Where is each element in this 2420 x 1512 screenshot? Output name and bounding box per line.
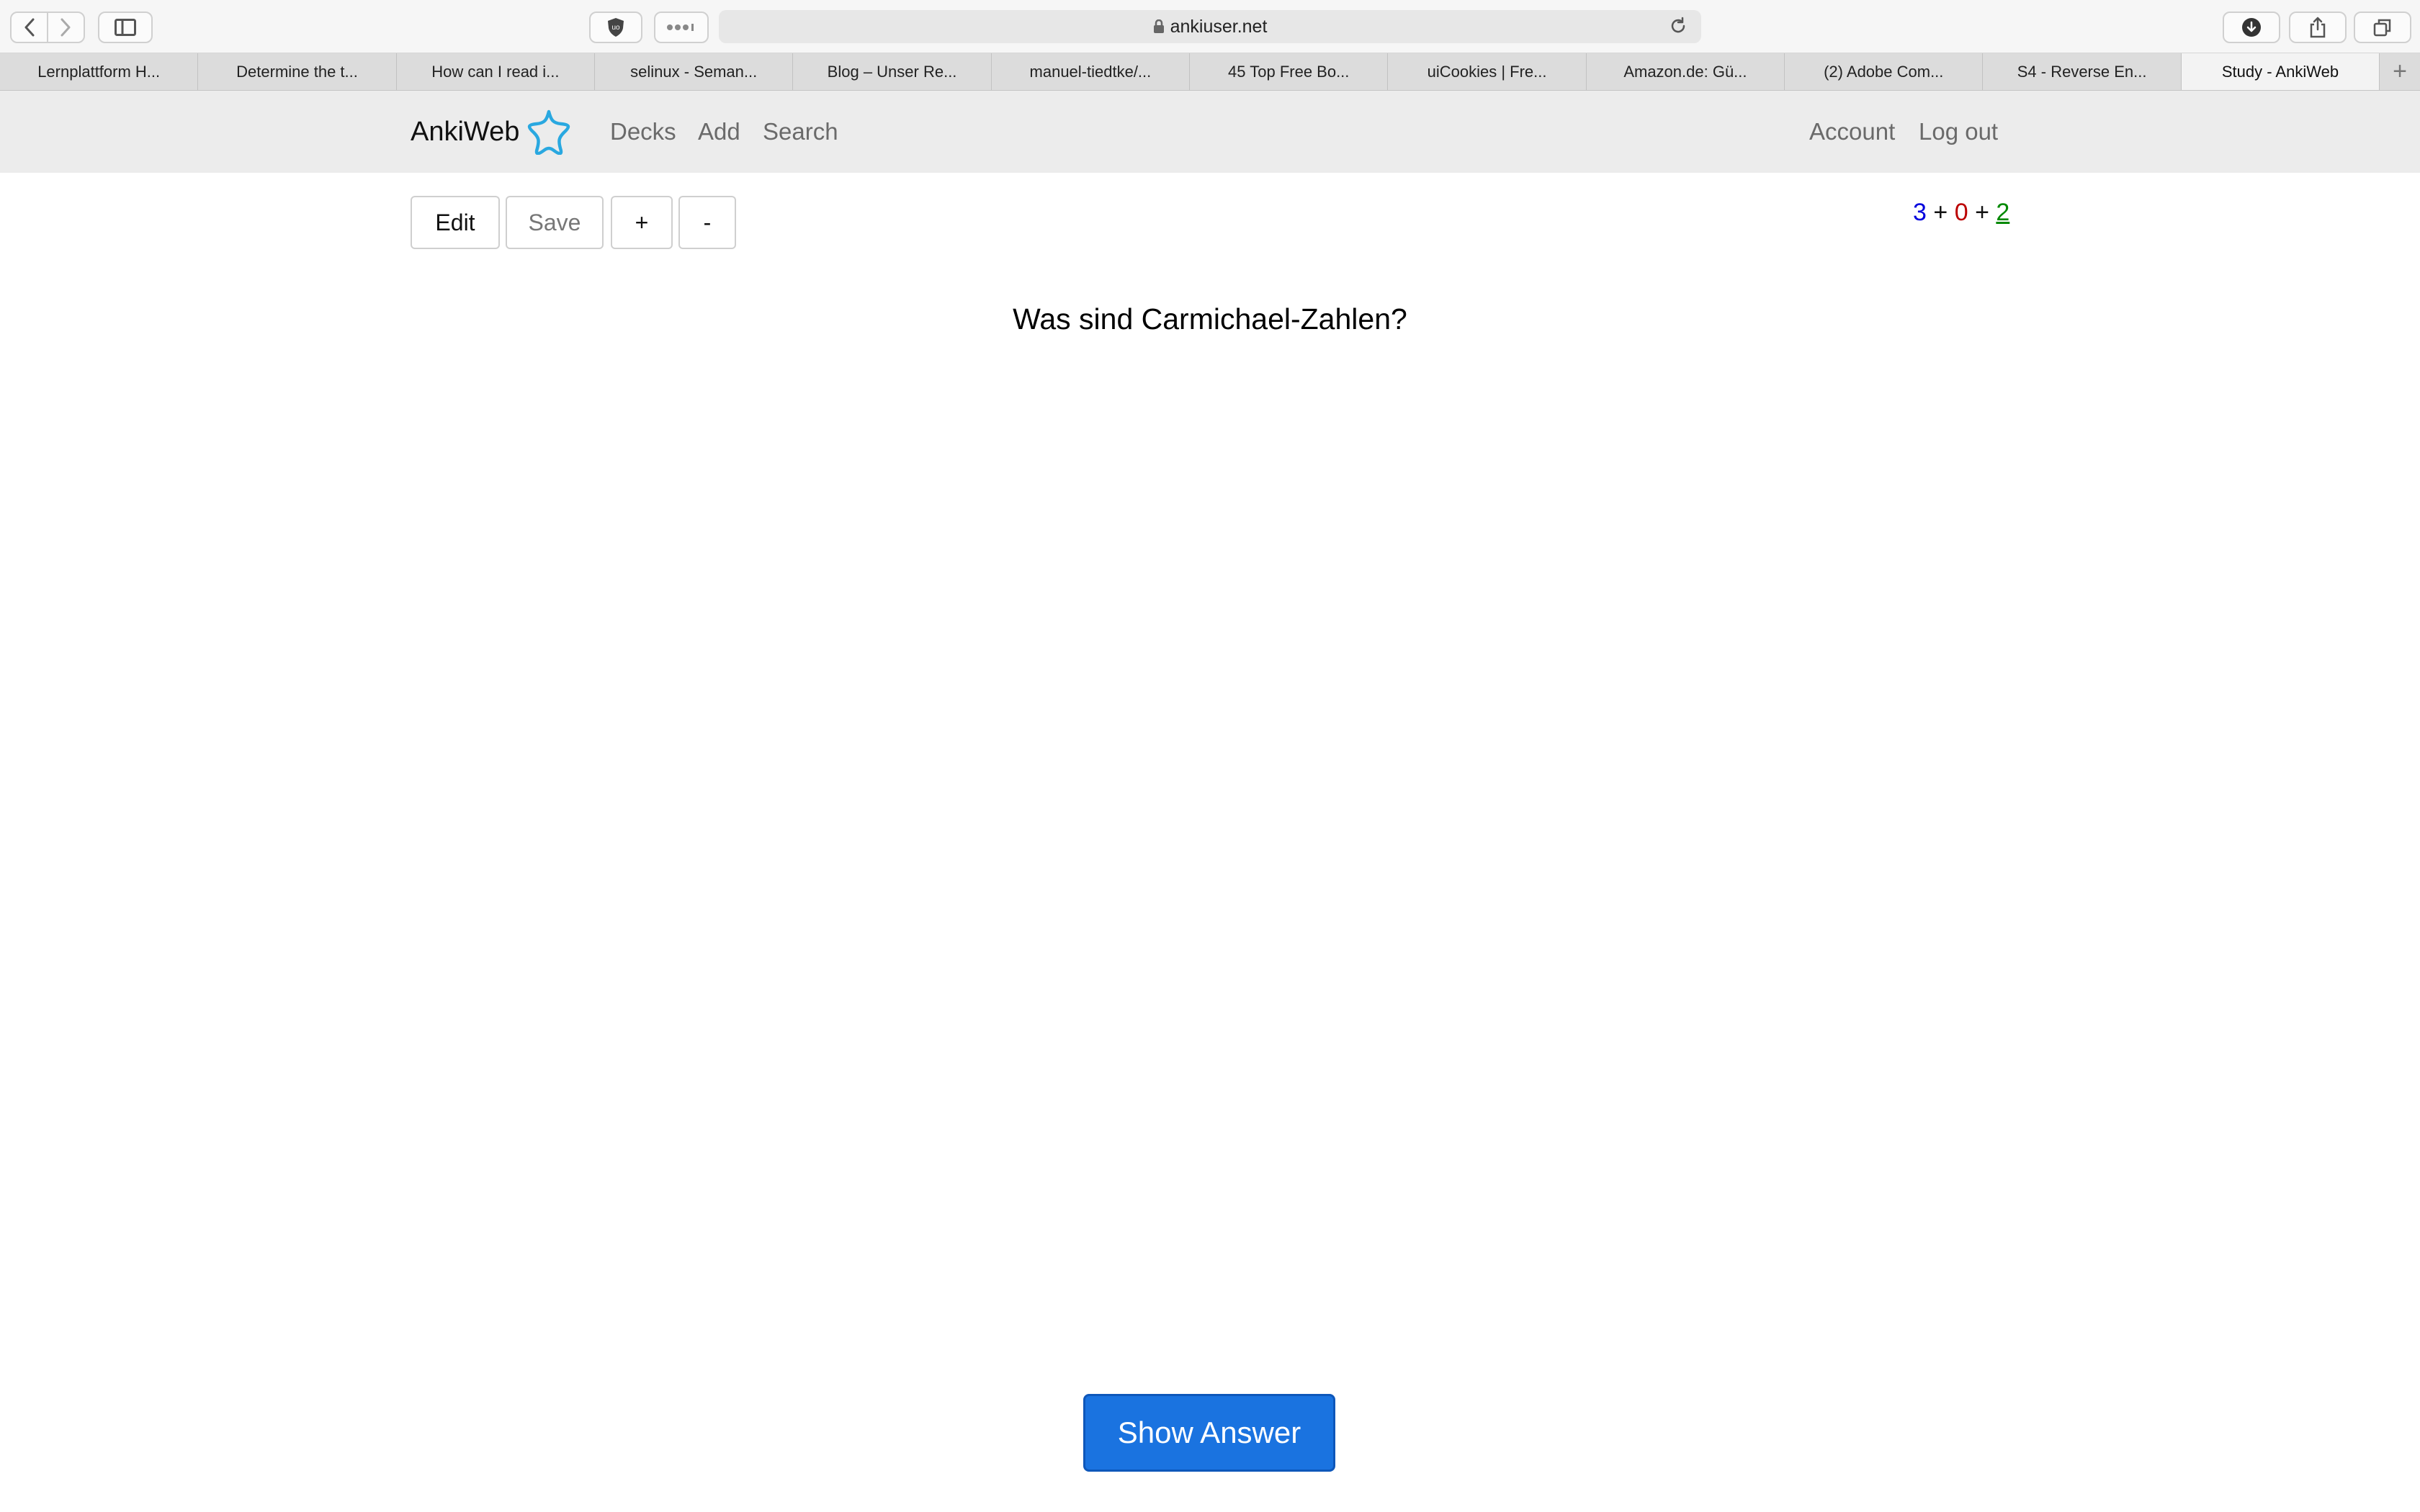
shield-icon: uo (608, 18, 624, 37)
tab-label: Lernplattform H... (37, 62, 161, 81)
forward-button[interactable] (48, 13, 84, 42)
new-tab-button[interactable]: + (2380, 53, 2420, 90)
tab-determine[interactable]: Determine the t... (198, 53, 397, 90)
due-counts: 3 + 0 + 2 (1913, 199, 2009, 227)
tabs-icon (2373, 19, 2391, 37)
tab-uicookies[interactable]: uiCookies | Fre... (1388, 53, 1587, 90)
edit-button[interactable]: Edit (411, 196, 500, 249)
browser-toolbar: uo ankiuser.net (0, 0, 2420, 53)
learning-count: 0 (1954, 199, 1968, 226)
tab-overview-button[interactable] (2354, 12, 2411, 43)
svg-text:uo: uo (611, 24, 620, 32)
share-icon (2310, 17, 2326, 38)
tab-selinux[interactable]: selinux - Seman... (595, 53, 794, 90)
nav-search-link[interactable]: Search (763, 118, 838, 145)
tab-study-ankiweb[interactable]: Study - AnkiWeb (2181, 53, 2380, 90)
tab-how-can-i-read[interactable]: How can I read i... (397, 53, 596, 90)
url-text: ankiuser.net (1170, 16, 1268, 37)
password-extension-button[interactable] (654, 12, 709, 43)
tab-label: manuel-tiedtke/... (1029, 62, 1152, 81)
back-button[interactable] (12, 13, 47, 42)
nav-decks-link[interactable]: Decks (610, 118, 676, 145)
tab-label: uiCookies | Fre... (1427, 62, 1547, 81)
tab-label: Determine the t... (236, 62, 358, 81)
dots-icon (667, 24, 694, 31)
history-nav-group (10, 12, 85, 43)
zoom-in-button[interactable]: + (611, 196, 673, 249)
nav-add-link[interactable]: Add (698, 118, 740, 145)
tab-45-top-free[interactable]: 45 Top Free Bo... (1190, 53, 1389, 90)
card-question: Was sind Carmichael-Zahlen? (1013, 302, 1407, 336)
download-icon (2242, 18, 2261, 37)
sidebar-toggle-button[interactable] (98, 12, 153, 43)
tab-label: (2) Adobe Com... (1824, 62, 1944, 81)
brand-logo[interactable]: AnkiWeb (411, 107, 573, 157)
tab-label: Study - AnkiWeb (2221, 62, 2339, 81)
new-count: 3 (1913, 199, 1927, 226)
zoom-out-button[interactable]: - (678, 196, 736, 249)
tab-bar: Lernplattform H... Determine the t... Ho… (0, 53, 2420, 91)
tab-label: Blog – Unser Re... (827, 62, 957, 81)
lock-icon (1153, 19, 1165, 34)
tab-label: How can I read i... (431, 62, 560, 81)
tab-blog[interactable]: Blog – Unser Re... (793, 53, 992, 90)
count-separator: + (1933, 199, 1948, 226)
address-bar[interactable]: ankiuser.net (719, 10, 1701, 43)
nav-logout-link[interactable]: Log out (1919, 118, 1998, 145)
reload-icon[interactable] (1668, 16, 1688, 41)
ublock-extension-button[interactable]: uo (589, 12, 642, 43)
site-navbar: AnkiWeb Decks Add Search Account Log out (0, 91, 2420, 173)
show-answer-button[interactable]: Show Answer (1083, 1394, 1335, 1472)
tab-label: selinux - Seman... (630, 62, 758, 81)
chevron-right-icon (60, 18, 71, 37)
brand-name: AnkiWeb (411, 116, 520, 147)
anki-star-icon (525, 109, 573, 155)
review-count: 2 (1996, 199, 2010, 226)
tab-label: S4 - Reverse En... (2017, 62, 2147, 81)
save-button[interactable]: Save (506, 196, 604, 249)
tab-adobe[interactable]: (2) Adobe Com... (1785, 53, 1984, 90)
share-button[interactable] (2289, 12, 2347, 43)
chevron-left-icon (24, 18, 34, 37)
tab-s4-reverse[interactable]: S4 - Reverse En... (1983, 53, 2182, 90)
tab-manuel-tiedtke[interactable]: manuel-tiedtke/... (992, 53, 1191, 90)
count-separator: + (1975, 199, 1989, 226)
downloads-button[interactable] (2223, 12, 2280, 43)
tab-lernplattform[interactable]: Lernplattform H... (0, 53, 199, 90)
tab-amazon[interactable]: Amazon.de: Gü... (1587, 53, 1785, 90)
tab-label: Amazon.de: Gü... (1623, 62, 1747, 81)
sidebar-icon (115, 19, 136, 36)
nav-account-link[interactable]: Account (1809, 118, 1895, 145)
tab-label: 45 Top Free Bo... (1228, 62, 1350, 81)
